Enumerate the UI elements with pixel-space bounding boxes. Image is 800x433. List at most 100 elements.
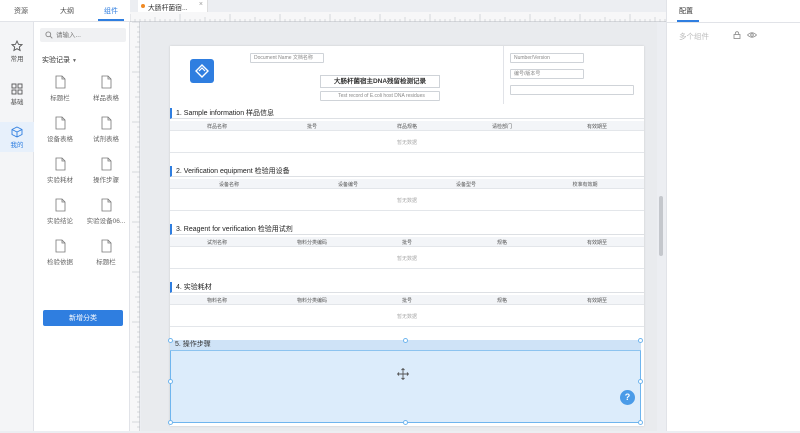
sidebar-item-basic[interactable]: 基础 — [0, 79, 34, 109]
component-label: 实验结论 — [47, 218, 73, 225]
column-header: 规格 — [496, 298, 508, 304]
component-item[interactable]: 实验结论 — [38, 198, 82, 225]
blank-field[interactable] — [510, 85, 634, 95]
tab-config[interactable]: 配置 — [679, 6, 693, 16]
resize-handle[interactable] — [168, 420, 173, 425]
search-input[interactable] — [56, 29, 122, 41]
design-canvas[interactable]: Document Name 文档名称 大肠杆菌宿主DNA残留检测记录 Test … — [141, 22, 657, 431]
column-header: 批号 — [401, 240, 413, 246]
category-label: 实验记录 — [42, 57, 70, 64]
sidebar-item-label: 常用 — [10, 56, 24, 63]
component-item[interactable]: 标题栏 — [84, 239, 128, 266]
column-header: 请检部门 — [491, 124, 513, 130]
resize-handle[interactable] — [638, 338, 643, 343]
document-tab[interactable]: 大肠杆菌宿... × — [138, 0, 208, 12]
table-header: 试剂名称 物料分类编码 批号 规格 有效期至 — [170, 237, 644, 247]
close-icon[interactable]: × — [199, 1, 203, 8]
component-item[interactable]: 样品表格 — [84, 75, 128, 102]
section-title: 4. 实验耗材 — [170, 282, 644, 293]
resize-handle[interactable] — [638, 379, 643, 384]
config-panel: 配置 多个组件 — [666, 0, 800, 431]
component-label: 检验依据 — [47, 259, 73, 266]
multi-component-label: 多个组件 — [679, 32, 709, 41]
resize-handle[interactable] — [168, 379, 173, 384]
resize-handle[interactable] — [403, 420, 408, 425]
document-icon — [55, 198, 65, 212]
column-header: 有效期至 — [586, 240, 608, 246]
table-header: 设备名称 设备编号 设备型号 校准有效期 — [170, 179, 644, 189]
sidebar-item-mine[interactable]: 我的 — [0, 122, 34, 152]
document-icon — [101, 157, 111, 171]
component-item[interactable]: 标题栏 — [38, 75, 82, 102]
resize-handle[interactable] — [168, 338, 173, 343]
panel-divider — [667, 22, 800, 23]
vertical-scrollbar[interactable] — [659, 196, 663, 256]
sidebar-item-common[interactable]: 常用 — [0, 36, 34, 66]
component-label: 操作步骤 — [93, 177, 119, 184]
header-divider — [503, 46, 504, 104]
component-label: 样品表格 — [93, 95, 119, 102]
section-title: 2. Verification equipment 检验用设备 — [170, 166, 644, 177]
column-header: 批号 — [401, 298, 413, 304]
company-logo — [190, 59, 214, 83]
logo-icon — [195, 64, 209, 78]
column-header: 试剂名称 — [206, 240, 228, 246]
doc-subtitle-field[interactable]: Test record of E.coli host DNA residues — [320, 91, 440, 101]
category-dropdown[interactable]: 实验记录 ▼ — [42, 55, 77, 65]
add-category-button[interactable]: 新增分类 — [43, 310, 123, 326]
resize-handle[interactable] — [638, 420, 643, 425]
selected-component[interactable] — [170, 340, 641, 423]
table-body: 暂无数据 — [170, 305, 644, 327]
component-item[interactable]: 设备表格 — [38, 116, 82, 143]
icon-sidebar: 常用 基础 我的 — [0, 22, 34, 431]
lock-icon[interactable] — [733, 31, 741, 39]
doc-name-field[interactable]: Document Name 文档名称 — [250, 53, 324, 63]
grid-icon — [11, 83, 23, 95]
star-icon — [11, 40, 23, 52]
component-item[interactable]: 操作步骤 — [84, 157, 128, 184]
tab-components[interactable]: 组件 — [104, 6, 118, 16]
column-header: 样品规格 — [396, 124, 418, 130]
column-header: 设备编号 — [337, 182, 359, 188]
sidebar-item-label: 基础 — [10, 99, 24, 106]
column-header: 样品名称 — [206, 124, 228, 130]
empty-text: 暂无数据 — [396, 314, 418, 320]
component-panel: 实验记录 ▼ 标题栏 样品表格 设备表格 试剂表格 实验耗材 操作步骤 — [34, 22, 130, 431]
search-box — [40, 28, 126, 42]
cube-icon — [11, 126, 23, 138]
sidebar-item-label: 我的 — [10, 142, 24, 149]
table-header: 样品名称 批号 样品规格 请检部门 有效期至 — [170, 121, 644, 131]
component-label: 设备表格 — [47, 136, 73, 143]
document-icon — [55, 75, 65, 89]
search-icon — [45, 31, 53, 39]
component-label: 标题栏 — [50, 95, 70, 102]
doc-title-field[interactable]: 大肠杆菌宿主DNA残留检测记录 — [320, 75, 440, 88]
tab-resources[interactable]: 资源 — [14, 6, 28, 16]
section-title: 3. Reagent for verification 检验用试剂 — [170, 224, 644, 235]
document-icon — [55, 116, 65, 130]
component-item[interactable]: 试剂表格 — [84, 116, 128, 143]
component-label: 标题栏 — [96, 259, 116, 266]
component-item[interactable]: 实验设备06... — [84, 198, 128, 225]
component-item[interactable]: 实验耗材 — [38, 157, 82, 184]
resize-handle[interactable] — [403, 338, 408, 343]
move-cursor-icon[interactable] — [397, 368, 409, 380]
eye-icon[interactable] — [747, 31, 757, 39]
document-tab-bar: 大肠杆菌宿... × — [130, 0, 666, 12]
number-version-field[interactable]: Number/Version — [510, 53, 584, 63]
empty-text: 暂无数据 — [396, 256, 418, 262]
column-header: 物料分类编码 — [296, 240, 328, 246]
column-header: 规格 — [496, 240, 508, 246]
caret-down-icon: ▼ — [71, 58, 77, 64]
column-header: 设备型号 — [455, 182, 477, 188]
empty-text: 暂无数据 — [396, 198, 418, 204]
document-icon — [101, 116, 111, 130]
horizontal-ruler — [129, 12, 666, 22]
active-tab-underline — [98, 19, 124, 21]
component-item[interactable]: 检验依据 — [38, 239, 82, 266]
tab-outline[interactable]: 大纲 — [60, 6, 74, 16]
unsaved-dot-icon — [141, 4, 145, 8]
number-version-cn-field[interactable]: 编号/版本号 — [510, 69, 584, 79]
help-button[interactable]: ? — [620, 390, 635, 405]
document-icon — [55, 239, 65, 253]
